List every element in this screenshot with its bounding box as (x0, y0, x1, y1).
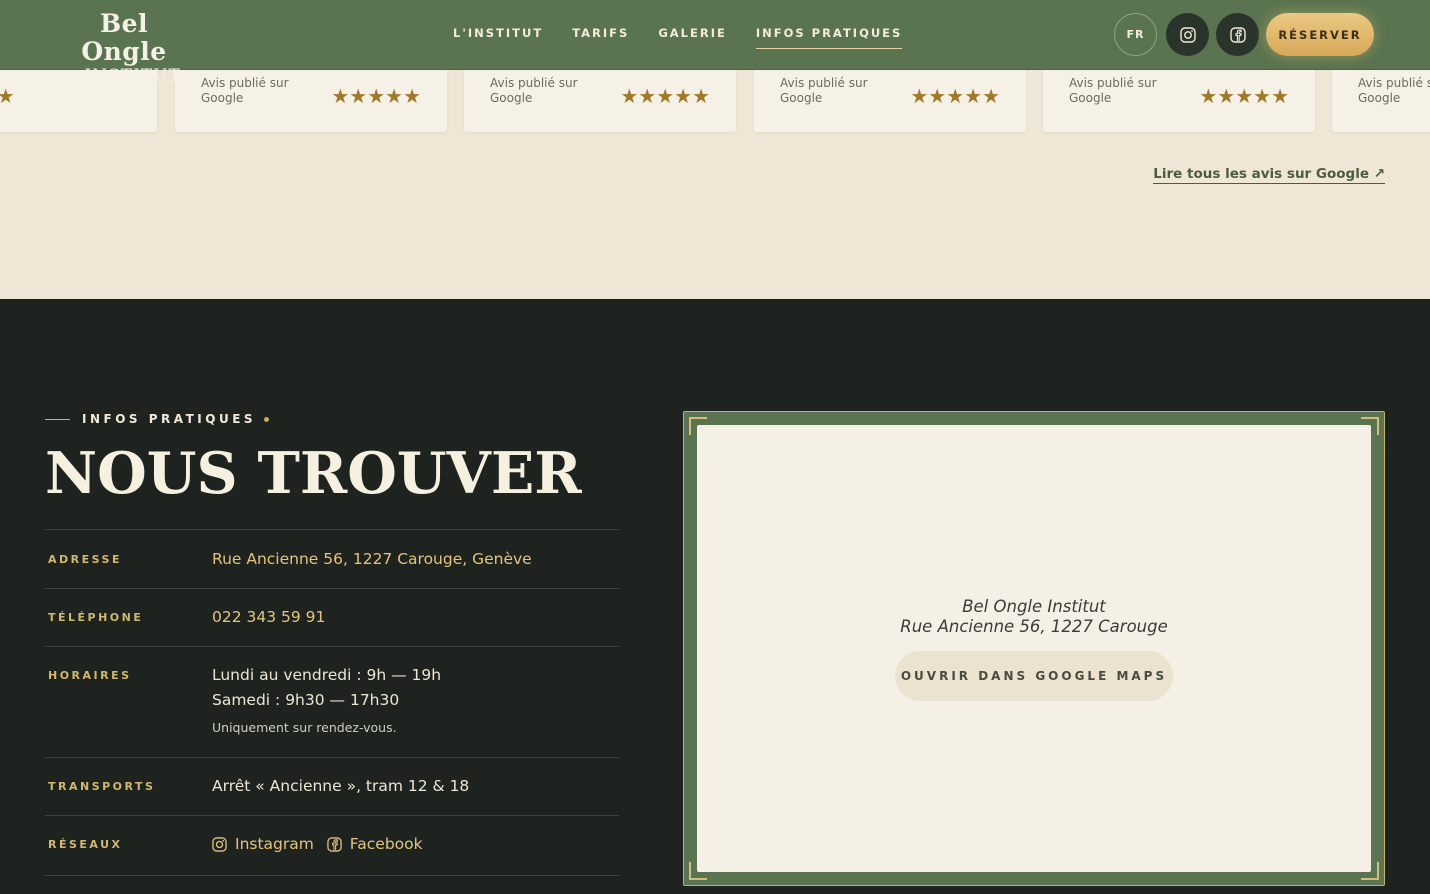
nav-item-infos-pratiques[interactable]: INFOS PRATIQUES (755, 26, 903, 49)
facebook-icon (327, 836, 342, 852)
info-row-address: ADRESSE Rue Ancienne 56, 1227 Carouge, G… (45, 529, 619, 588)
main-nav: L'INSTITUT TARIFS GALERIE INFOS PRATIQUE… (453, 26, 903, 49)
logo-title: Bel Ongle (81, 9, 167, 66)
eyebrow-dot (264, 416, 270, 422)
nav-item-tarifs[interactable]: TARIFS (572, 26, 629, 49)
info-row-networks: RÉSEAUX Instagram Facebook (45, 815, 619, 876)
rating-stars: ★★★★★ (0, 84, 15, 108)
open-google-maps-button[interactable]: OUVRIR DANS GOOGLE MAPS (895, 651, 1173, 701)
section-eyebrow: INFOS PRATIQUES (45, 412, 270, 426)
phone-label: TÉLÉPHONE (48, 611, 144, 624)
eyebrow-line (45, 418, 70, 420)
instagram-icon (1179, 26, 1196, 43)
review-source: Avis publié sur Google (1069, 76, 1157, 105)
instagram-link-label: Instagram (235, 835, 314, 853)
map-place-name: Bel Ongle Institut (962, 597, 1106, 616)
transport-label: TRANSPORTS (48, 780, 156, 793)
phone-value[interactable]: 022 343 59 91 (212, 608, 325, 626)
rating-stars: ★★★★★ (331, 84, 421, 108)
address-value[interactable]: Rue Ancienne 56, 1227 Carouge, Genève (212, 550, 532, 568)
rating-stars: ★★★★★ (1199, 84, 1289, 108)
reserve-button[interactable]: RÉSERVER (1266, 13, 1374, 56)
instagram-button[interactable] (1166, 13, 1209, 56)
hours-weekdays: Lundi au vendredi : 9h — 19h (212, 666, 442, 684)
networks-label: RÉSEAUX (48, 838, 123, 851)
info-row-phone: TÉLÉPHONE 022 343 59 91 (45, 588, 619, 646)
rating-stars: ★★★★★ (910, 84, 1000, 108)
instagram-icon (212, 836, 227, 852)
facebook-icon (1229, 26, 1246, 43)
hours-saturday: Samedi : 9h30 — 17h30 (212, 691, 400, 709)
address-label: ADRESSE (48, 553, 122, 566)
nav-item-galerie[interactable]: GALERIE (658, 26, 727, 49)
nav-item-institut[interactable]: L'INSTITUT (453, 26, 543, 49)
map-placeholder: Bel Ongle Institut Rue Ancienne 56, 1227… (697, 425, 1371, 872)
facebook-button[interactable] (1216, 13, 1259, 56)
review-source: Avis publié sur Google (780, 76, 868, 105)
hours-note: Uniquement sur rendez-vous. (212, 720, 397, 735)
map-frame: Bel Ongle Institut Rue Ancienne 56, 1227… (683, 411, 1385, 886)
page-title: NOUS TROUVER (45, 440, 582, 507)
eyebrow-text: INFOS PRATIQUES (82, 412, 257, 426)
rating-stars: ★★★★★ (620, 84, 710, 108)
read-all-google-reviews-link[interactable]: Lire tous les avis sur Google ↗ (1153, 166, 1385, 184)
review-source: Avis publié sur Google (1358, 76, 1430, 105)
language-button[interactable]: FR (1114, 13, 1157, 56)
info-list: ADRESSE Rue Ancienne 56, 1227 Carouge, G… (45, 529, 619, 876)
review-source: Avis publié sur Google (201, 76, 289, 105)
instagram-link[interactable]: Instagram (212, 835, 314, 853)
logo[interactable]: Bel Ongle • INSTITUT • (59, 9, 189, 107)
info-row-transport: TRANSPORTS Arrêt « Ancienne », tram 12 &… (45, 757, 619, 815)
map-place-address: Rue Ancienne 56, 1227 Carouge (900, 617, 1168, 636)
facebook-link[interactable]: Facebook (327, 835, 423, 853)
networks-links: Instagram Facebook (212, 835, 431, 856)
logo-subtitle: • INSTITUT • (67, 66, 181, 106)
facebook-link-label: Facebook (349, 835, 423, 853)
review-source: Avis publié sur Google (490, 76, 578, 105)
site-header: Bel Ongle • INSTITUT • L'INSTITUT TARIFS… (0, 0, 1430, 106)
hours-label: HORAIRES (48, 669, 132, 682)
transport-value: Arrêt « Ancienne », tram 12 & 18 (212, 777, 470, 795)
info-row-hours: HORAIRES Lundi au vendredi : 9h — 19h Sa… (45, 646, 619, 757)
